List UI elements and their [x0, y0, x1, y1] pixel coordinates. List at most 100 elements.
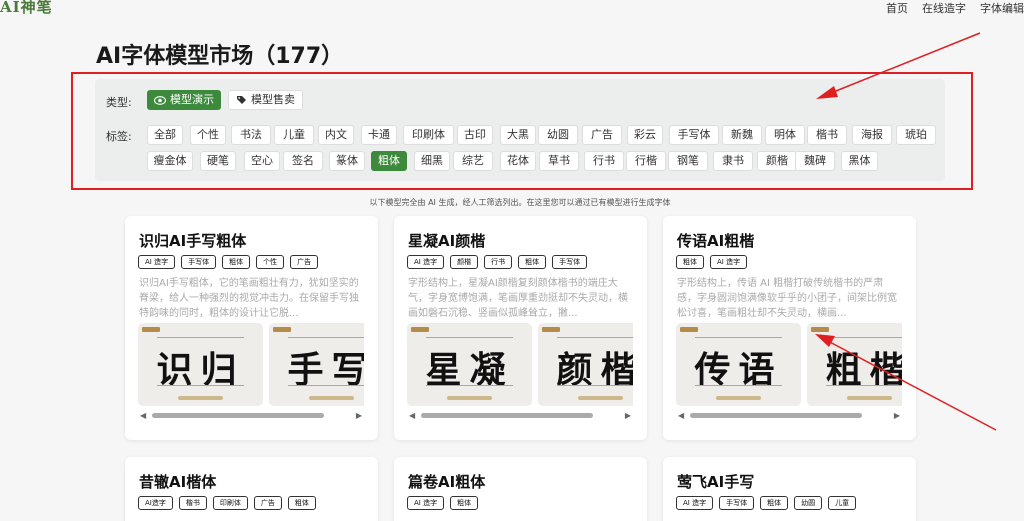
card-tag[interactable]: 印刷体 [212, 496, 248, 510]
filter-tag[interactable]: 彩云 [627, 125, 663, 145]
card-tags: AI 造字 颜楷 行书 粗体 手写体 [407, 255, 588, 269]
card-tag[interactable]: AI 造字 [407, 496, 445, 510]
card-title[interactable]: 昔辙AI楷体 [139, 471, 216, 492]
scroll-thumb[interactable] [690, 413, 862, 418]
filter-tag[interactable]: 颜楷 [757, 151, 797, 171]
scroll-right-icon[interactable]: ▶ [625, 411, 631, 420]
preview-rule-top [695, 337, 782, 338]
preview-image[interactable]: 粗楷 [807, 323, 902, 406]
filter-tag[interactable]: 卡通 [361, 125, 397, 145]
preview-image[interactable]: 识归 [138, 323, 263, 406]
filter-tag[interactable]: 细黑 [414, 151, 450, 171]
card-tag[interactable]: 粗体 [676, 255, 704, 269]
card-tag[interactable]: AI 造字 [138, 255, 176, 269]
filter-tag[interactable]: 琥珀 [896, 125, 936, 145]
filter-tag[interactable]: 草书 [539, 151, 579, 171]
card-title[interactable]: 篇卷AI粗体 [408, 471, 485, 492]
card-tag[interactable]: AI 造字 [407, 255, 445, 269]
filter-tag[interactable]: 广告 [582, 125, 622, 145]
filter-tag[interactable]: 印刷体 [403, 125, 454, 145]
filter-tag[interactable]: 幼圆 [538, 125, 578, 145]
model-card[interactable]: 莺飞AI手写 AI 造字 手写体 粗体 幼圆 儿童 [663, 457, 916, 521]
nav-font-edit[interactable]: 字体编辑 [980, 0, 1024, 16]
card-tag[interactable]: 粗体 [760, 496, 789, 510]
filter-tag[interactable]: 魏碑 [795, 151, 835, 171]
model-card[interactable]: 星凝AI颜楷 AI 造字 颜楷 行书 粗体 手写体 字形结构上，星凝AI颜楷复刻颜体楷书的端… [394, 216, 647, 440]
filter-tag[interactable]: 黑体 [841, 151, 878, 171]
card-tag[interactable]: 手写体 [719, 496, 755, 510]
preview-scrollbar[interactable]: ◀ ▶ [407, 410, 633, 420]
scroll-thumb[interactable] [421, 413, 593, 418]
filter-tag[interactable]: 硬笔 [200, 151, 236, 171]
type-demo-button[interactable]: 模型演示 [147, 90, 221, 110]
card-tag[interactable]: 手写体 [552, 255, 588, 269]
filter-tag[interactable]: 全部 [147, 125, 183, 145]
card-tag[interactable]: 广告 [290, 255, 319, 269]
scroll-right-icon[interactable]: ▶ [894, 411, 900, 420]
scroll-left-icon[interactable]: ◀ [409, 411, 415, 420]
card-tag[interactable]: 粗体 [518, 255, 547, 269]
card-tag[interactable]: AI 造字 [676, 496, 714, 510]
filter-tag[interactable]: 粗体 [371, 151, 407, 171]
filter-tag[interactable]: 篆体 [329, 151, 365, 171]
card-title[interactable]: 星凝AI颜楷 [408, 230, 485, 251]
card-tag[interactable]: 手写体 [181, 255, 217, 269]
filter-tag[interactable]: 空心 [244, 151, 280, 171]
preview-image[interactable]: 颜楷 [538, 323, 633, 406]
card-title[interactable]: 莺飞AI手写 [677, 471, 754, 492]
type-sale-button[interactable]: 模型售卖 [228, 90, 303, 110]
model-card[interactable]: 识归AI手写粗体 AI 造字 手写体 粗体 个性 广告 识归AI手写粗体，它的笔画粗壮有力，… [125, 216, 378, 440]
filter-tag[interactable]: 花体 [500, 151, 536, 171]
card-tag[interactable]: 粗体 [450, 496, 479, 510]
model-card[interactable]: 传语AI粗楷 粗体 AI 造字 字形结构上，传语 AI 粗楷打破传统楷书的严肃感，字身… [663, 216, 916, 440]
scroll-right-icon[interactable]: ▶ [356, 411, 362, 420]
filter-tag[interactable]: 行楷 [626, 151, 666, 171]
preview-rule-top [426, 337, 513, 338]
filter-tag[interactable]: 古印 [457, 125, 493, 145]
site-logo[interactable]: AI神笔 [0, 0, 53, 17]
preview-scrollbar[interactable]: ◀ ▶ [676, 410, 902, 420]
filter-tag[interactable]: 瘦金体 [147, 151, 193, 171]
scroll-thumb[interactable] [152, 413, 324, 418]
card-tag[interactable]: 粗体 [222, 255, 251, 269]
filter-tag[interactable]: 书法 [231, 125, 271, 145]
model-card[interactable]: 昔辙AI楷体 AI造字 楷书 印刷体 广告 粗体 [125, 457, 378, 521]
filter-tag[interactable]: 手写体 [669, 125, 719, 145]
card-tag[interactable]: 楷书 [178, 496, 207, 510]
filter-tag[interactable]: 综艺 [453, 151, 493, 171]
card-tag[interactable]: AI造字 [138, 496, 173, 510]
filter-tag[interactable]: 海报 [852, 125, 892, 145]
card-title[interactable]: 识归AI手写粗体 [139, 230, 246, 251]
preview-rule-top [157, 337, 244, 338]
filter-tag[interactable]: 明体 [765, 125, 805, 145]
filter-tag[interactable]: 大黑 [500, 125, 536, 145]
filter-tag[interactable]: 钢笔 [668, 151, 708, 171]
filter-tag[interactable]: 隶书 [713, 151, 753, 171]
filter-tag[interactable]: 内文 [318, 125, 354, 145]
card-tags: AI 造字 手写体 粗体 幼圆 儿童 [676, 496, 857, 510]
preview-image[interactable]: 手写 [269, 323, 364, 406]
card-tag[interactable]: 幼圆 [794, 496, 823, 510]
filter-tag[interactable]: 个性 [190, 125, 226, 145]
preview-image[interactable]: 传语 [676, 323, 801, 406]
card-tag[interactable]: 行书 [484, 255, 513, 269]
filter-tag[interactable]: 儿童 [274, 125, 314, 145]
card-tag[interactable]: 个性 [256, 255, 285, 269]
scroll-left-icon[interactable]: ◀ [678, 411, 684, 420]
card-tag[interactable]: 儿童 [828, 496, 857, 510]
card-tag[interactable]: 广告 [253, 496, 282, 510]
card-tag[interactable]: 粗体 [287, 496, 316, 510]
filter-tag[interactable]: 楷书 [807, 125, 847, 145]
card-title[interactable]: 传语AI粗楷 [677, 230, 754, 251]
scroll-left-icon[interactable]: ◀ [140, 411, 146, 420]
card-tag[interactable]: 颜楷 [450, 255, 479, 269]
filter-tag[interactable]: 行书 [584, 151, 624, 171]
nav-home[interactable]: 首页 [886, 0, 908, 16]
card-tag[interactable]: AI 造字 [710, 255, 748, 269]
preview-image[interactable]: 星凝 [407, 323, 532, 406]
nav-online-create[interactable]: 在线造字 [922, 0, 966, 16]
preview-scrollbar[interactable]: ◀ ▶ [138, 410, 364, 420]
filter-tag[interactable]: 签名 [283, 151, 323, 171]
filter-tag[interactable]: 新魏 [722, 125, 762, 145]
model-card[interactable]: 篇卷AI粗体 AI 造字 粗体 [394, 457, 647, 521]
